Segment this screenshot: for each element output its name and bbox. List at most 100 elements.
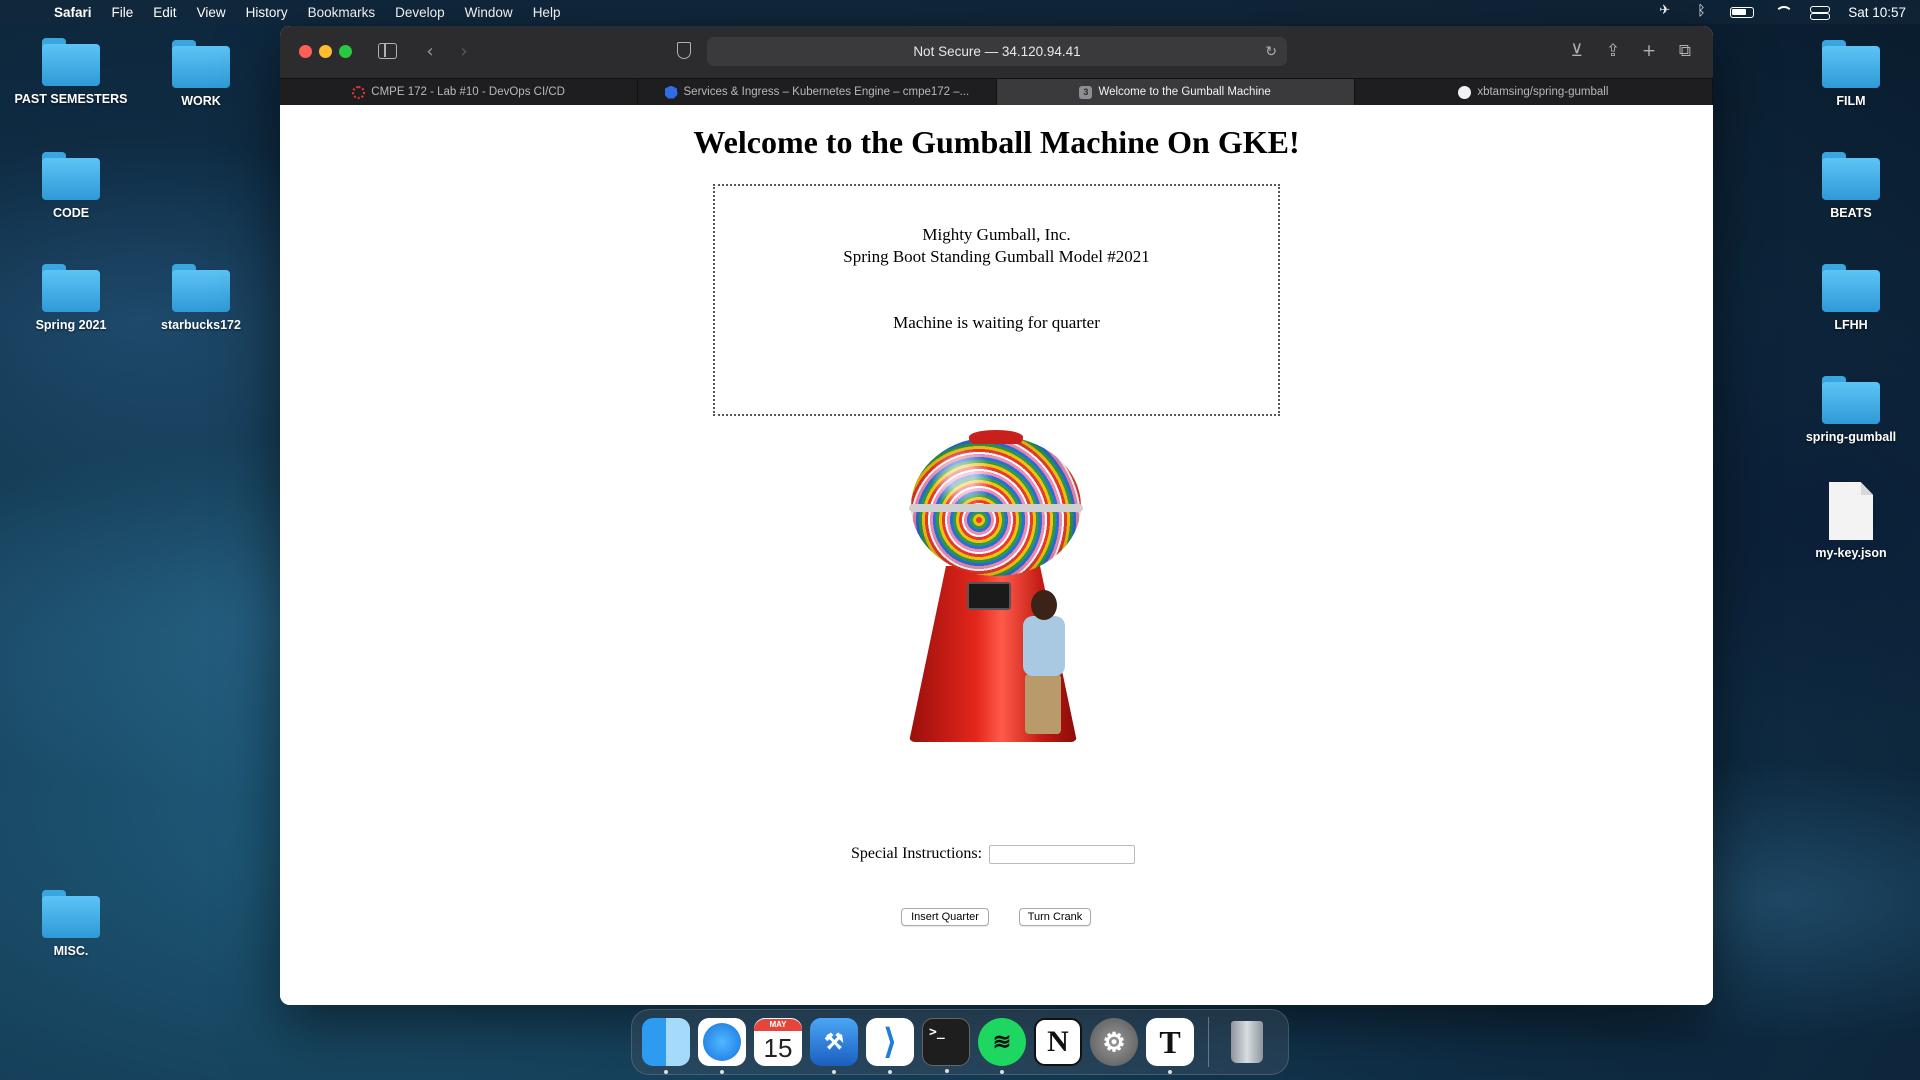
menu-edit[interactable]: Edit bbox=[143, 5, 186, 20]
github-icon bbox=[1458, 85, 1472, 99]
tab-overview-icon[interactable]: ⧉ bbox=[1675, 39, 1695, 63]
child-figure-body bbox=[1023, 616, 1065, 676]
desktop-folder-lfhh[interactable]: LFHH bbox=[1786, 264, 1916, 332]
menu-app-name[interactable]: Safari bbox=[44, 5, 102, 20]
menu-clock[interactable]: Sat 10:57 bbox=[1848, 5, 1906, 20]
new-tab-icon[interactable]: + bbox=[1639, 39, 1659, 63]
minimize-window-button[interactable] bbox=[319, 45, 332, 58]
machine-status-panel: Mighty Gumball, Inc. Spring Boot Standin… bbox=[713, 184, 1280, 416]
insert-quarter-button[interactable]: Insert Quarter bbox=[901, 908, 989, 926]
desktop-folder-spring-2021[interactable]: Spring 2021 bbox=[6, 264, 136, 332]
folder-icon bbox=[172, 40, 230, 88]
share-icon[interactable]: ⇪ bbox=[1603, 39, 1623, 63]
folder-icon bbox=[172, 264, 230, 312]
tab-cmpe172-lab10[interactable]: CMPE 172 - Lab #10 - DevOps CI/CD bbox=[280, 79, 639, 105]
tab-label: xbtamsing/spring-gumball bbox=[1477, 86, 1609, 98]
turn-crank-button[interactable]: Turn Crank bbox=[1019, 908, 1091, 926]
menu-help[interactable]: Help bbox=[523, 5, 571, 20]
menu-bar: Safari File Edit View History Bookmarks … bbox=[0, 0, 1920, 24]
typora-icon[interactable]: T bbox=[1146, 1018, 1194, 1074]
tab-kubernetes-engine[interactable]: Services & Ingress – Kubernetes Engine –… bbox=[638, 79, 997, 105]
folder-icon bbox=[42, 152, 100, 200]
trash-icon[interactable] bbox=[1223, 1018, 1271, 1066]
desktop-file-my-key-json[interactable]: my-key.json bbox=[1786, 482, 1916, 560]
desktop-item-label: WORK bbox=[181, 94, 221, 108]
folder-icon bbox=[1822, 376, 1880, 424]
menu-file[interactable]: File bbox=[102, 5, 144, 20]
vscode-icon[interactable]: ⟩ bbox=[866, 1018, 914, 1074]
folder-icon bbox=[42, 890, 100, 938]
battery-icon[interactable] bbox=[1730, 6, 1755, 18]
terminal-icon[interactable]: >_ bbox=[922, 1018, 970, 1073]
special-instructions-label: Special Instructions: bbox=[851, 845, 983, 862]
safari-icon[interactable] bbox=[698, 1018, 746, 1074]
menu-develop[interactable]: Develop bbox=[385, 5, 455, 20]
machine-status: Machine is waiting for quarter bbox=[893, 313, 1100, 332]
desktop-item-label: my-key.json bbox=[1815, 546, 1887, 560]
menu-view[interactable]: View bbox=[187, 5, 236, 20]
desktop-folder-spring-gumball[interactable]: spring-gumball bbox=[1786, 376, 1916, 444]
folder-icon bbox=[42, 38, 100, 86]
page-title: Welcome to the Gumball Machine On GKE! bbox=[693, 124, 1300, 160]
special-instructions-input[interactable] bbox=[989, 845, 1135, 864]
desktop-folder-film[interactable]: FILM bbox=[1786, 40, 1916, 108]
tab-gumball-machine[interactable]: 3 Welcome to the Gumball Machine bbox=[996, 79, 1355, 105]
kubernetes-icon bbox=[664, 85, 678, 99]
desktop-folder-code[interactable]: CODE bbox=[6, 152, 136, 220]
bluetooth-icon[interactable] bbox=[1694, 2, 1710, 19]
desktop-folder-starbucks172[interactable]: starbucks172 bbox=[136, 264, 266, 332]
menu-history[interactable]: History bbox=[236, 5, 298, 20]
menu-bookmarks[interactable]: Bookmarks bbox=[298, 5, 386, 20]
document-icon bbox=[1829, 482, 1873, 540]
spotify-icon[interactable]: ≋ bbox=[978, 1018, 1026, 1074]
privacy-shield-icon[interactable] bbox=[677, 42, 691, 59]
finder-icon[interactable] bbox=[642, 1018, 690, 1074]
browser-toolbar: ‹ › Not Secure — 34.120.94.41 ↻ ⊻ ⇪ + ⧉ bbox=[280, 26, 1713, 78]
wifi-icon[interactable] bbox=[1774, 5, 1794, 19]
system-preferences-icon[interactable]: ⚙ bbox=[1090, 1018, 1138, 1066]
desktop-folder-past-semesters[interactable]: PAST SEMESTERS bbox=[6, 38, 136, 106]
globe-band bbox=[909, 504, 1083, 512]
xcode-icon[interactable]: ⚒ bbox=[810, 1018, 858, 1074]
desktop-folder-beats[interactable]: BEATS bbox=[1786, 152, 1916, 220]
address-text: Not Secure — 34.120.94.41 bbox=[913, 44, 1081, 59]
calendar-day: 15 bbox=[763, 1033, 793, 1063]
reload-icon[interactable]: ↻ bbox=[1265, 37, 1277, 66]
desktop-item-label: MISC. bbox=[53, 944, 89, 958]
safari-window: ‹ › Not Secure — 34.120.94.41 ↻ ⊻ ⇪ + ⧉ … bbox=[280, 26, 1713, 1005]
back-button-icon[interactable]: ‹ bbox=[418, 40, 442, 64]
canvas-icon bbox=[352, 85, 366, 99]
notion-icon[interactable]: N bbox=[1034, 1018, 1082, 1066]
desktop-folder-work[interactable]: WORK bbox=[136, 40, 266, 108]
desktop-folder-misc[interactable]: MISC. bbox=[6, 890, 136, 958]
folder-icon bbox=[1822, 40, 1880, 88]
model-name: Spring Boot Standing Gumball Model #2021 bbox=[843, 247, 1150, 266]
tab-label: CMPE 172 - Lab #10 - DevOps CI/CD bbox=[371, 86, 565, 98]
downloads-icon[interactable]: ⊻ bbox=[1567, 39, 1587, 63]
forward-button-icon[interactable]: › bbox=[452, 40, 476, 64]
machine-cap bbox=[969, 430, 1023, 444]
menu-window[interactable]: Window bbox=[455, 5, 523, 20]
folder-icon bbox=[1822, 152, 1880, 200]
number-3-icon: 3 bbox=[1079, 85, 1093, 99]
child-figure-head bbox=[1031, 590, 1057, 620]
sidebar-toggle-icon[interactable] bbox=[378, 43, 397, 59]
desktop-item-label: Spring 2021 bbox=[35, 318, 107, 332]
tab-label: Services & Ingress – Kubernetes Engine –… bbox=[683, 86, 970, 98]
tab-github-spring-gumball[interactable]: xbtamsing/spring-gumball bbox=[1355, 79, 1713, 105]
coin-slot bbox=[967, 582, 1011, 610]
gumball-machine-image bbox=[903, 430, 1093, 744]
calendar-month: MAY bbox=[754, 1019, 802, 1031]
address-bar[interactable]: Not Secure — 34.120.94.41 ↻ bbox=[707, 37, 1287, 66]
desktop-item-label: spring-gumball bbox=[1805, 430, 1897, 444]
dock-separator bbox=[1208, 1017, 1209, 1067]
airplay-rotor-icon[interactable] bbox=[1658, 2, 1674, 19]
control-center-icon[interactable] bbox=[1810, 6, 1831, 20]
child-figure-legs bbox=[1025, 674, 1061, 734]
desktop-item-label: BEATS bbox=[1830, 206, 1872, 220]
zoom-window-button[interactable] bbox=[339, 45, 352, 58]
folder-icon bbox=[42, 264, 100, 312]
calendar-icon[interactable]: MAY 15 bbox=[754, 1018, 802, 1066]
close-window-button[interactable] bbox=[299, 45, 312, 58]
dock: MAY 15 ⚒ ⟩ >_ ≋ N ⚙ T bbox=[631, 1009, 1289, 1075]
